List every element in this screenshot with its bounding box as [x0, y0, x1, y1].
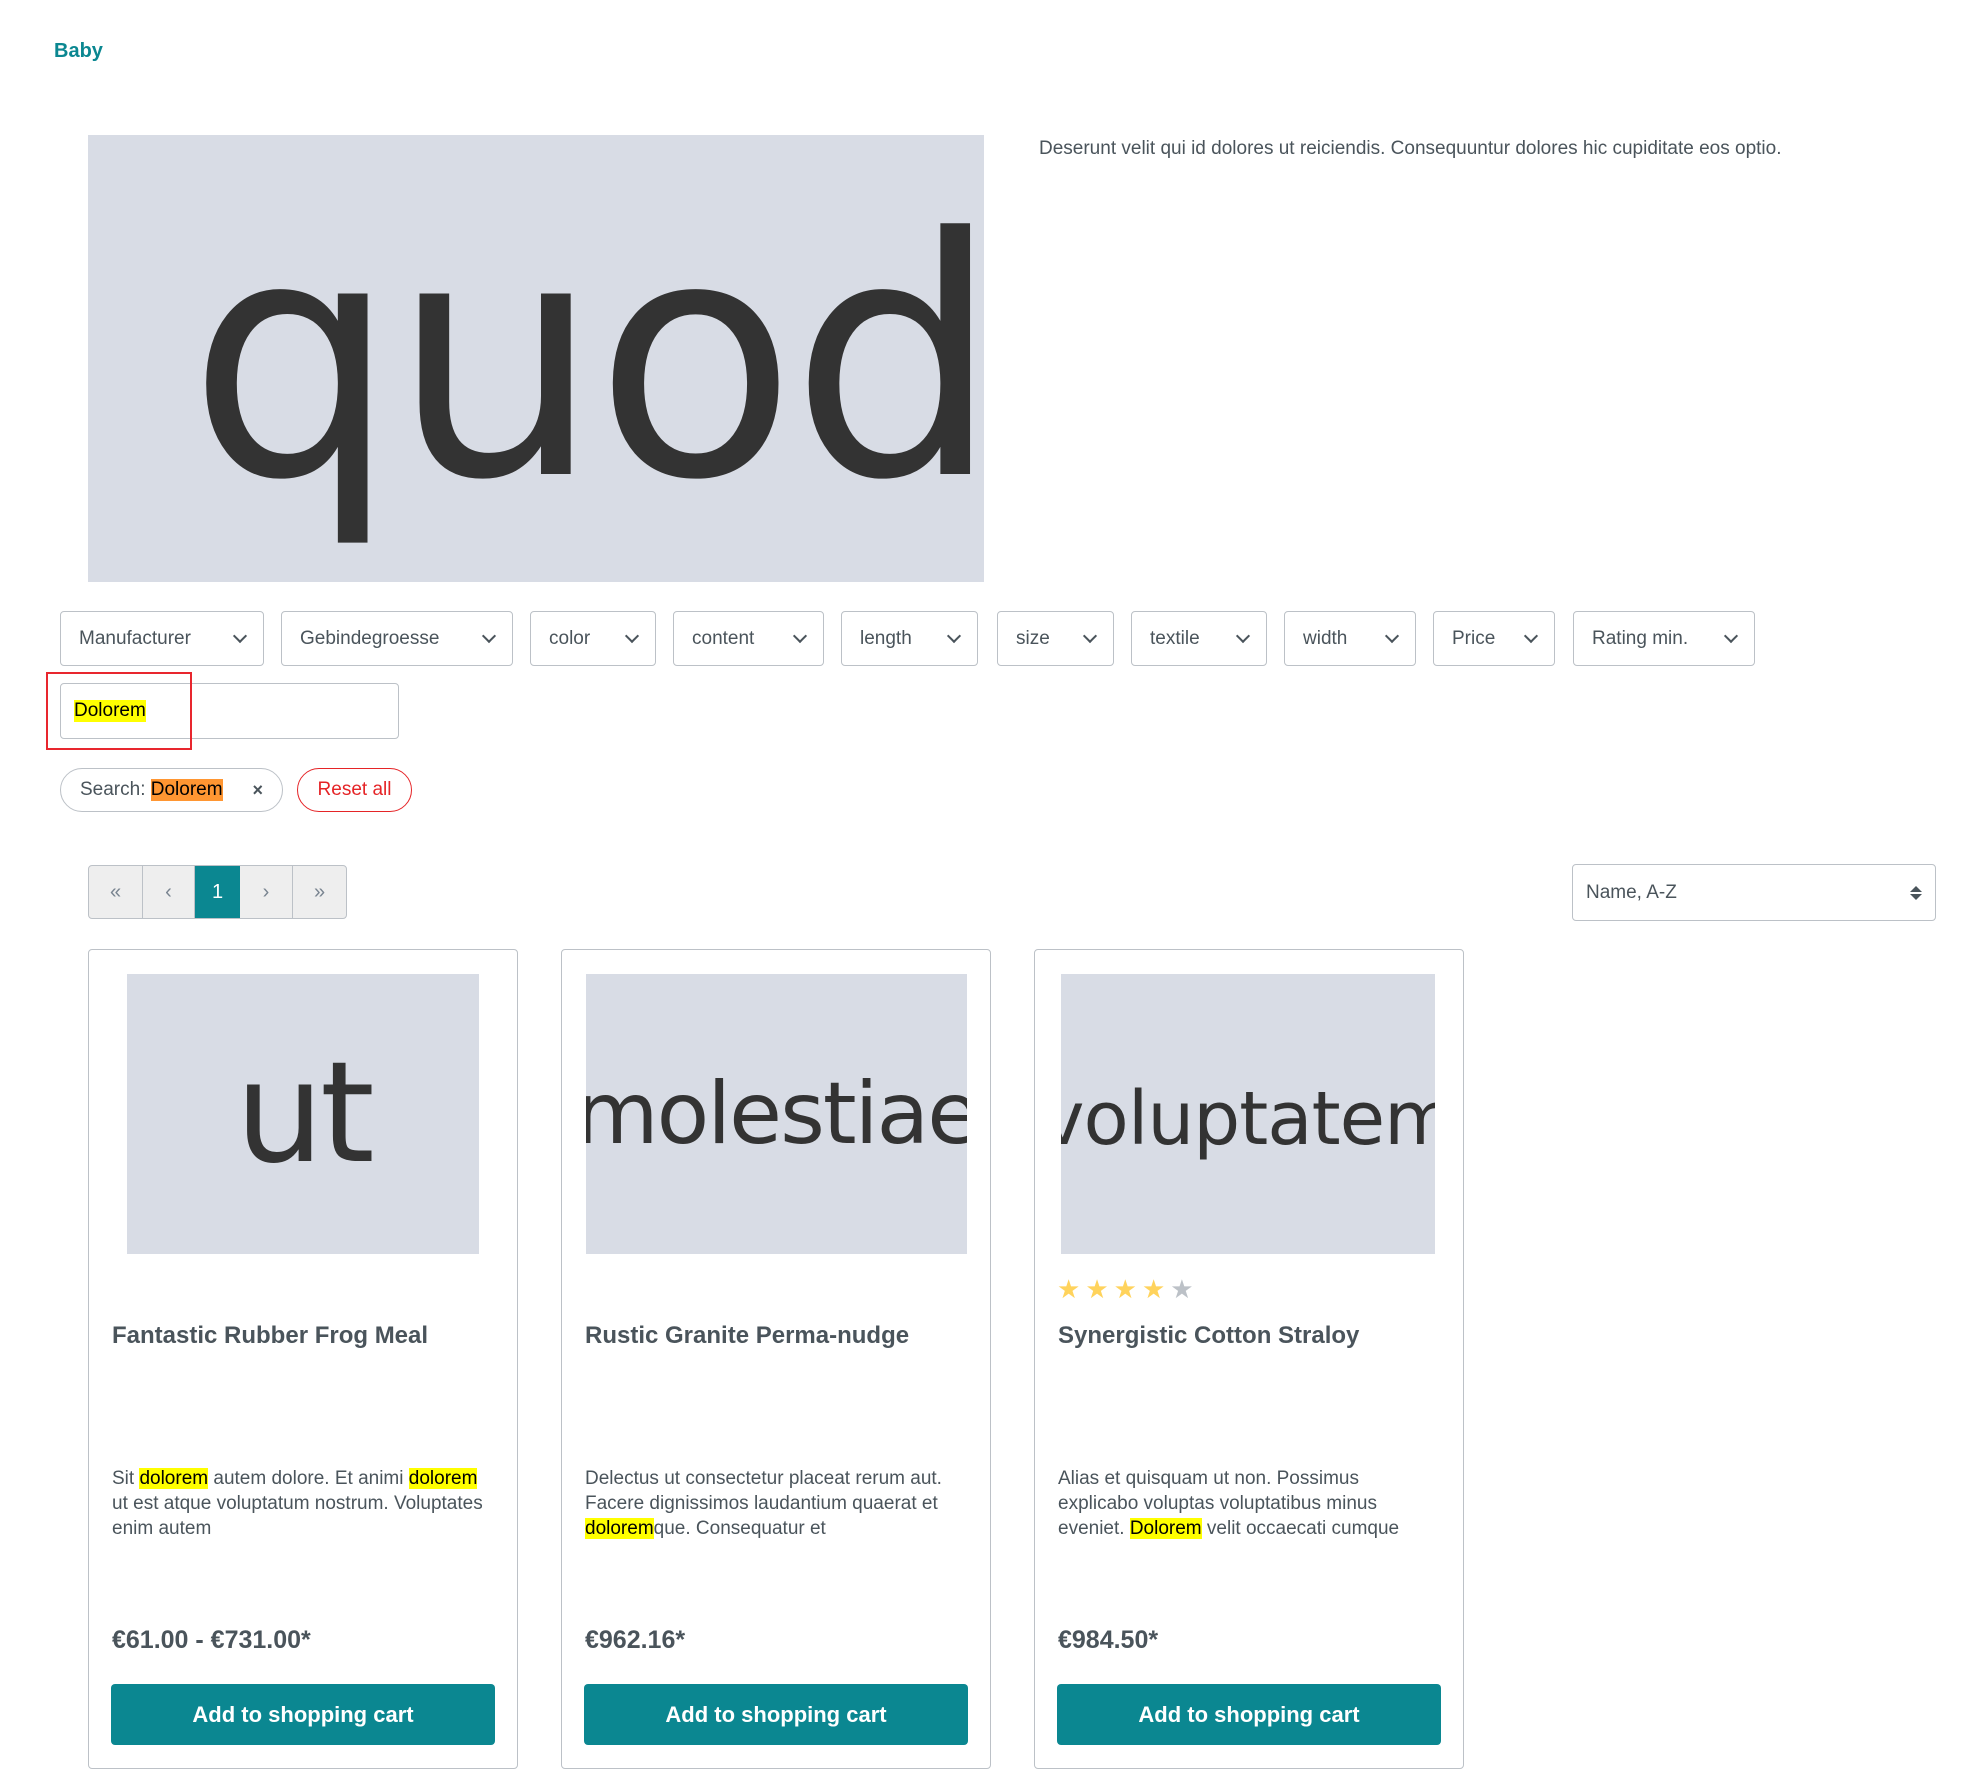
chevron-down-icon: [1523, 628, 1539, 643]
add-to-cart-button[interactable]: Add to shopping cart: [1057, 1684, 1441, 1745]
product-description: Alias et quisquam ut non. Possimus expli…: [1058, 1466, 1438, 1541]
chevron-down-icon: [792, 628, 808, 643]
star-filled-icon: ★: [1141, 1274, 1166, 1304]
product-price: €984.50*: [1058, 1626, 1159, 1654]
product-card: voluptatem ★ ★ ★ ★ ★ Synergistic Cotton Stra…: [1034, 949, 1464, 1769]
description-text: ut est atque voluptatum nostrum. Volupta…: [112, 1493, 483, 1539]
next-page-button[interactable]: ›: [240, 866, 293, 918]
filter-label: size: [1016, 627, 1050, 649]
search-input[interactable]: Dolorem: [60, 683, 399, 739]
product-rating: ★ ★ ★ ★ ★: [1057, 1276, 1194, 1302]
chevron-down-icon: [1082, 628, 1098, 643]
filter-label: textile: [1150, 627, 1200, 649]
chevron-down-icon: [232, 628, 248, 643]
filter-label: length: [860, 627, 912, 649]
reset-all-button[interactable]: Reset all: [297, 768, 412, 812]
star-filled-icon: ★: [1113, 1274, 1137, 1304]
description-text: autem dolore. Et animi: [208, 1468, 409, 1489]
description-text: que. Consequatur et: [653, 1518, 826, 1539]
product-name[interactable]: Synergistic Cotton Straloy: [1058, 1322, 1359, 1350]
filter-rating-min[interactable]: Rating min.: [1573, 611, 1755, 666]
previous-page-button[interactable]: ‹: [143, 866, 195, 918]
hero-image-placeholder-text: quod: [188, 168, 984, 552]
search-match-highlight: dolorem: [408, 1468, 478, 1489]
product-card: molestiae Rustic Granite Perma-nudge Del…: [561, 949, 991, 1769]
filter-manufacturer[interactable]: Manufacturer: [60, 611, 264, 666]
chevron-down-icon: [1235, 628, 1251, 643]
pagination: « ‹ 1 › »: [88, 865, 347, 919]
product-image-placeholder-text: voluptatem: [1061, 1076, 1435, 1162]
close-icon[interactable]: ×: [252, 780, 263, 801]
last-page-button[interactable]: »: [293, 866, 346, 918]
filter-label: width: [1303, 627, 1348, 649]
filter-label: Manufacturer: [79, 627, 191, 649]
product-name[interactable]: Fantastic Rubber Frog Meal: [112, 1322, 428, 1350]
search-input-value: Dolorem: [74, 700, 146, 722]
product-description: Delectus ut consectetur placeat rerum au…: [585, 1466, 965, 1541]
category-hero-image: quod: [88, 135, 984, 582]
product-image[interactable]: molestiae: [586, 974, 967, 1254]
sort-select[interactable]: Name, A-Z: [1572, 864, 1936, 921]
search-match-highlight: dolorem: [585, 1518, 654, 1539]
filter-price[interactable]: Price: [1433, 611, 1555, 666]
chevron-down-icon: [1723, 628, 1739, 643]
category-description: Deserunt velit qui id dolores ut reicien…: [1039, 138, 1782, 159]
chevron-down-icon: [1384, 628, 1400, 643]
filter-textile[interactable]: textile: [1131, 611, 1267, 666]
filter-gebindegroesse[interactable]: Gebindegroesse: [281, 611, 513, 666]
star-empty-icon: ★: [1170, 1274, 1194, 1304]
product-image-placeholder-text: ut: [235, 1032, 375, 1195]
filter-label: content: [692, 627, 755, 649]
product-description: Sit dolorem autem dolore. Et animi dolor…: [112, 1466, 492, 1541]
chip-label: Search:: [80, 779, 151, 800]
description-text: velit occaecati cumque: [1201, 1518, 1400, 1539]
filter-color[interactable]: color: [530, 611, 656, 666]
filter-label: Gebindegroesse: [300, 627, 440, 649]
filter-length[interactable]: length: [841, 611, 978, 666]
star-filled-icon: ★: [1085, 1274, 1109, 1304]
active-filter-search-chip[interactable]: Search: Dolorem ×: [60, 768, 283, 812]
add-to-cart-button[interactable]: Add to shopping cart: [584, 1684, 968, 1745]
product-price: €61.00 - €731.00*: [112, 1626, 311, 1654]
first-page-button[interactable]: «: [89, 866, 143, 918]
search-match-highlight: Dolorem: [1129, 1518, 1202, 1539]
product-card: ut Fantastic Rubber Frog Meal Sit dolore…: [88, 949, 518, 1769]
product-image[interactable]: voluptatem: [1061, 974, 1435, 1254]
filter-content[interactable]: content: [673, 611, 824, 666]
chevron-down-icon: [946, 628, 962, 643]
product-image[interactable]: ut: [127, 974, 479, 1254]
category-title: Baby: [54, 40, 103, 62]
filter-label: Rating min.: [1592, 627, 1689, 649]
filter-label: color: [549, 627, 591, 649]
filter-width[interactable]: width: [1284, 611, 1416, 666]
filter-size[interactable]: size: [997, 611, 1114, 666]
product-price: €962.16*: [585, 1626, 686, 1654]
description-text: Sit: [112, 1468, 140, 1489]
sort-arrows-icon: [1910, 885, 1922, 900]
description-text: Delectus ut consectetur placeat rerum au…: [585, 1468, 942, 1514]
product-image-placeholder-text: molestiae: [586, 1064, 967, 1164]
chip-search-term: Dolorem: [150, 779, 223, 801]
chevron-down-icon: [624, 628, 640, 643]
filter-label: Price: [1452, 627, 1496, 649]
page-1-button[interactable]: 1: [195, 866, 240, 918]
chevron-down-icon: [481, 628, 497, 643]
sort-selected-value: Name, A-Z: [1586, 881, 1677, 903]
add-to-cart-button[interactable]: Add to shopping cart: [111, 1684, 495, 1745]
star-filled-icon: ★: [1057, 1274, 1081, 1304]
search-match-highlight: dolorem: [139, 1468, 209, 1489]
product-name[interactable]: Rustic Granite Perma-nudge: [585, 1322, 909, 1350]
